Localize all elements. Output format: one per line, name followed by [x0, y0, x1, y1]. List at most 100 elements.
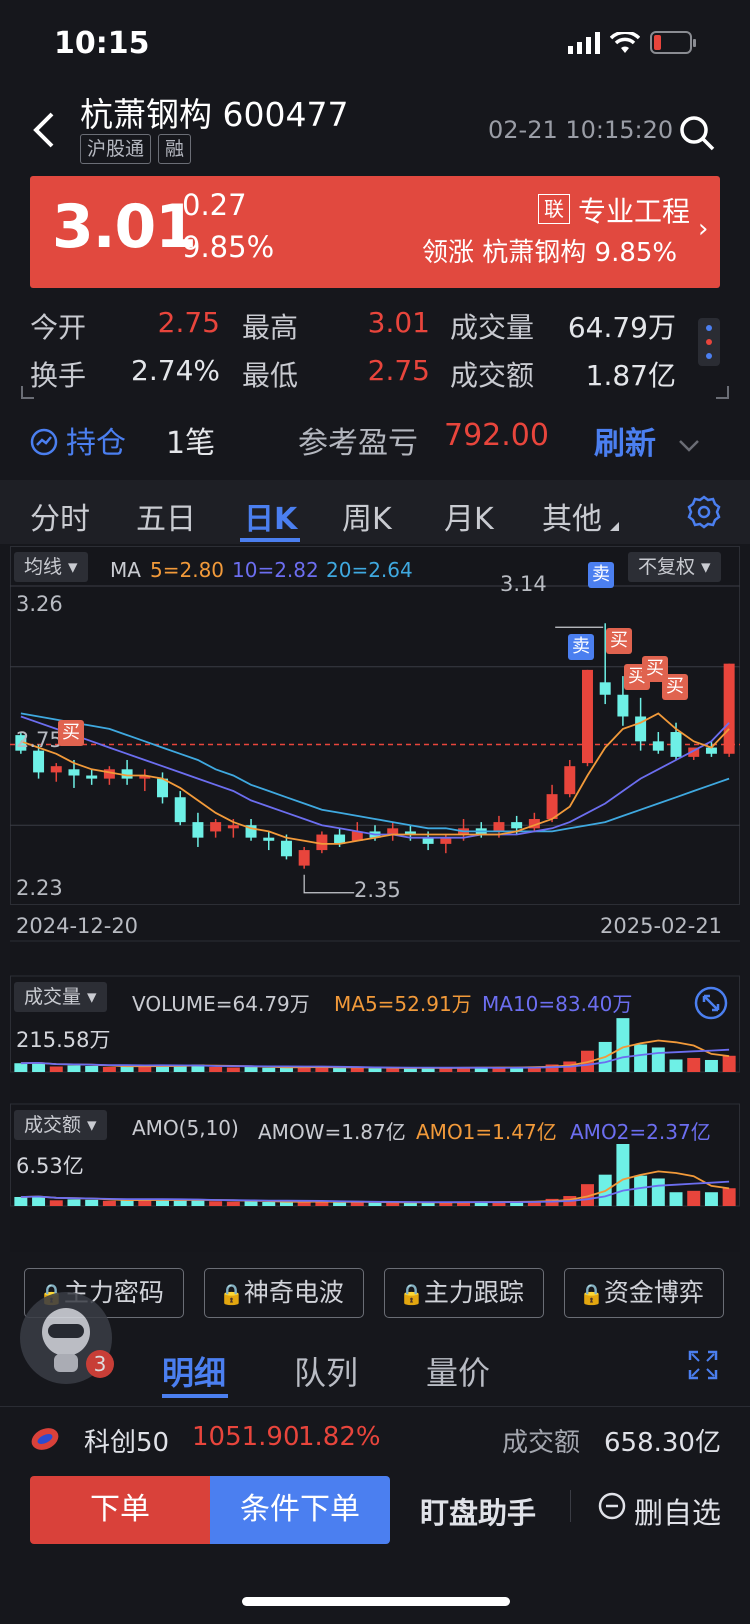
tab-intraday[interactable]: 分时 — [30, 494, 90, 538]
remove-watchlist-button[interactable]: 删自选 — [634, 1490, 721, 1532]
ma-dropdown[interactable]: 均线 ▾ — [14, 552, 88, 582]
volume-bar — [244, 1066, 258, 1072]
chevron-right-icon: › — [698, 214, 709, 244]
volume-bar — [333, 1067, 347, 1072]
amount-bar — [14, 1196, 28, 1206]
volume-bar — [704, 1059, 718, 1072]
index-amount-label: 成交额 — [502, 1428, 581, 1458]
ma-dropdown-label: 均线 — [24, 556, 63, 578]
volume-bar — [102, 1066, 116, 1072]
tool-label: 资金博弈 — [603, 1278, 704, 1307]
adjust-dropdown[interactable]: 不复权 ▾ — [628, 552, 721, 582]
position-icon — [30, 428, 58, 460]
y-axis-top: 3.26 — [16, 592, 63, 616]
expand-icon[interactable] — [688, 1350, 718, 1384]
volume-dropdown-label: 成交量 — [24, 986, 82, 1008]
conditional-order-button[interactable]: 条件下单 — [210, 1476, 390, 1544]
y-axis-bottom: 2.23 — [16, 876, 63, 900]
search-icon[interactable] — [678, 114, 716, 152]
buy-marker[interactable]: 买 — [662, 674, 688, 700]
candle-body — [50, 766, 62, 773]
amount-max: 6.53亿 — [16, 1154, 84, 1178]
sell-marker[interactable]: 卖 — [588, 562, 614, 588]
candle-body — [280, 840, 292, 857]
refresh-button[interactable]: 刷新 — [594, 418, 656, 463]
low-marker-line — [303, 874, 355, 894]
settings-gear-icon[interactable] — [686, 494, 722, 534]
ma-label: MA — [110, 558, 141, 582]
amount-bar — [669, 1192, 683, 1206]
home-indicator[interactable] — [242, 1597, 510, 1606]
amount-bar — [102, 1200, 116, 1206]
fullscreen-toggle-icon[interactable] — [694, 986, 728, 1024]
volume-dropdown[interactable]: 成交量 ▾ — [14, 982, 107, 1012]
amount-bar — [634, 1175, 648, 1206]
more-dots-icon[interactable] — [698, 318, 720, 366]
tag-margin[interactable]: 融 — [158, 134, 192, 164]
active-tab-underline — [240, 538, 300, 542]
tab-monthly-k[interactable]: 月K — [444, 494, 494, 538]
amount-dropdown[interactable]: 成交额 ▾ — [14, 1110, 107, 1140]
period-tabs: 分时 五日 日K 周K 月K 其他 — [0, 480, 750, 544]
buy-marker[interactable]: 买 — [606, 628, 632, 654]
lock-icon: 🔒 — [399, 1282, 424, 1306]
chevron-down-icon[interactable] — [678, 438, 700, 457]
watch-assistant-button[interactable]: 盯盘助手 — [420, 1490, 536, 1532]
amount-bar — [651, 1178, 665, 1206]
volume-ma10: MA10=83.40万 — [482, 992, 633, 1016]
sector-name[interactable]: 专业工程 — [578, 190, 690, 230]
price-change: 0.27 — [182, 188, 247, 222]
sell-marker[interactable]: 卖 — [568, 634, 594, 660]
volume-bar — [67, 1065, 81, 1072]
sector-badge: 联 — [538, 194, 570, 224]
tag-hk-connect[interactable]: 沪股通 — [80, 134, 152, 164]
amount-bar — [138, 1200, 152, 1206]
amow-value: AMOW=1.87亿 — [258, 1120, 406, 1144]
tool-capital-game[interactable]: 🔒资金博弈 — [564, 1268, 724, 1318]
kline-chart-panel[interactable]: 均线 ▾ MA 5=2.80 10=2.82 20=2.64 不复权 ▾ 3.2… — [10, 546, 740, 1252]
buy-marker[interactable]: 买 — [58, 720, 84, 746]
expand-corner-icon[interactable] — [20, 386, 730, 406]
tab-five-day[interactable]: 五日 — [136, 494, 196, 538]
amount-bar — [333, 1202, 347, 1206]
amount-bar — [226, 1201, 240, 1206]
tab-volume-price[interactable]: 量价 — [426, 1348, 490, 1394]
candle-body — [511, 822, 523, 829]
volume-bar — [634, 1044, 648, 1072]
tab-weekly-k[interactable]: 周K — [342, 494, 392, 538]
assistant-avatar[interactable]: 3 — [20, 1292, 114, 1384]
volume-bar — [138, 1066, 152, 1072]
index-pct: 1.82% — [298, 1422, 381, 1452]
tool-label: 神奇电波 — [243, 1278, 344, 1307]
candle-body — [670, 732, 682, 757]
signal-icon — [568, 32, 602, 58]
tab-daily-k[interactable]: 日K — [244, 494, 297, 538]
volume-value: VOLUME=64.79万 — [132, 992, 310, 1016]
ma5-value: 5=2.80 — [150, 558, 225, 582]
volume-bar — [49, 1066, 63, 1072]
volume-bar — [209, 1066, 223, 1072]
stat-open: 2.75 — [157, 306, 220, 339]
price-card[interactable]: 3.01 0.27 9.85% 联 专业工程 领涨 杭萧钢构 9.85% › — [30, 176, 720, 288]
amount-bar — [262, 1202, 276, 1206]
tool-magic-wave[interactable]: 🔒神奇电波 — [204, 1268, 364, 1318]
pnl-value: 792.00 — [444, 418, 549, 453]
position-count: 1笔 — [166, 426, 216, 461]
ma10-value: 10=2.82 — [232, 558, 319, 582]
date-end: 2025-02-21 — [600, 914, 723, 938]
tab-other[interactable]: 其他 — [542, 494, 602, 538]
sector-leader: 领涨 杭萧钢构 9.85% — [422, 238, 678, 268]
candle-body — [652, 741, 664, 751]
volume-bar — [687, 1057, 701, 1072]
position-label[interactable]: 持仓 — [66, 418, 126, 462]
back-icon[interactable] — [26, 110, 60, 150]
volume-bar — [651, 1047, 665, 1072]
amount-bar — [704, 1192, 718, 1206]
tool-main-force-track[interactable]: 🔒主力跟踪 — [384, 1268, 544, 1318]
tab-queue[interactable]: 队列 — [294, 1348, 358, 1394]
assistant-badge: 3 — [86, 1350, 114, 1378]
order-button[interactable]: 下单 — [30, 1476, 210, 1544]
amount-bar — [350, 1202, 364, 1206]
tab-details[interactable]: 明细 — [162, 1348, 226, 1394]
index-name[interactable]: 科创50 — [84, 1422, 169, 1459]
